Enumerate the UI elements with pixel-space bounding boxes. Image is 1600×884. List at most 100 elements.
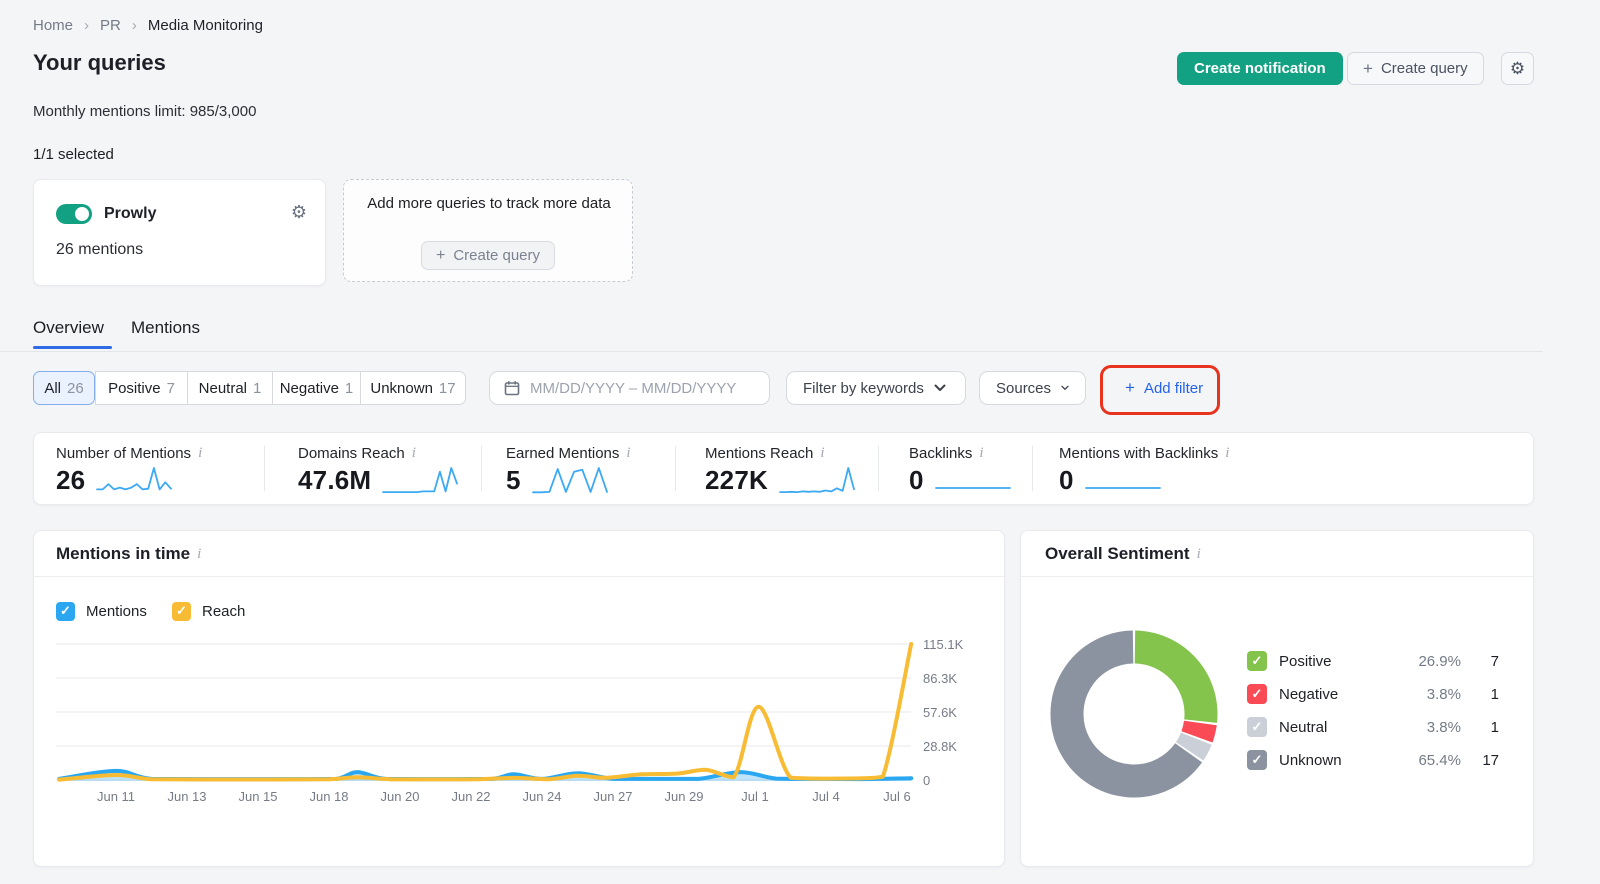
settings-button[interactable]: ⚙	[1501, 52, 1534, 85]
legend-mentions: ✓ Mentions	[56, 599, 147, 623]
metrics-bar: Number of Mentions i 26 Domains Reach i 47…	[33, 432, 1534, 505]
metric-backlinks: Backlinks i 0	[909, 445, 1012, 496]
sources-dropdown[interactable]: Sources	[979, 371, 1086, 405]
unknown-checkbox[interactable]: ✓	[1247, 750, 1267, 770]
plus-icon: +	[1363, 58, 1373, 78]
x-tick: Jun 29	[664, 789, 704, 804]
x-tick: Jul 4	[812, 789, 840, 804]
metric-mentions-with-backlinks: Mentions with Backlinks i 0	[1059, 445, 1230, 495]
positive-checkbox[interactable]: ✓	[1247, 651, 1267, 671]
neutral-checkbox[interactable]: ✓	[1247, 717, 1267, 737]
chevron-right-icon: ›	[131, 17, 137, 34]
sentiment-segment-all[interactable]: All 26	[33, 371, 95, 405]
x-tick: Jul 1	[741, 789, 769, 804]
metric-value: 0	[1059, 465, 1074, 495]
query-mentions-count: 26 mentions	[56, 241, 144, 258]
info-icon[interactable]: i	[1197, 546, 1201, 563]
divider	[481, 446, 482, 491]
add-filter-button[interactable]: + Add filter	[1111, 371, 1217, 405]
card-title: Overall Sentiment i	[1045, 544, 1201, 563]
sparkline	[96, 467, 173, 491]
media-monitoring-page: Home › PR › Media Monitoring Your querie…	[0, 0, 1600, 884]
create-notification-button[interactable]: Create notification	[1177, 52, 1343, 85]
info-icon[interactable]: i	[979, 445, 983, 462]
sentiment-legend-unknown: ✓ Unknown 65.4% 17	[1247, 748, 1499, 772]
selected-count-label: 1/1 selected	[33, 146, 114, 163]
add-query-create-button[interactable]: + Create query	[420, 241, 556, 270]
negative-checkbox[interactable]: ✓	[1247, 684, 1267, 704]
x-tick: Jun 11	[96, 789, 136, 804]
active-tab-underline	[33, 346, 112, 349]
page-title: Your queries	[33, 50, 166, 75]
tabs-divider	[0, 351, 1543, 352]
divider	[675, 446, 676, 491]
info-icon[interactable]: i	[198, 445, 202, 462]
x-tick: Jun 24	[522, 789, 562, 804]
sentiment-segment-neutral[interactable]: Neutral 1	[187, 371, 273, 405]
x-tick: Jun 20	[380, 789, 420, 804]
reach-checkbox[interactable]: ✓	[172, 601, 191, 621]
divider	[1021, 576, 1533, 577]
tab-overview[interactable]: Overview	[33, 318, 104, 338]
query-name: Prowly	[104, 205, 157, 222]
info-icon[interactable]: i	[1225, 445, 1229, 462]
info-icon[interactable]: i	[412, 445, 416, 462]
sentiment-segment-negative[interactable]: Negative 1	[272, 371, 361, 405]
y-tick: 115.1K	[923, 637, 964, 652]
sentiment-segment-unknown[interactable]: Unknown 17	[360, 371, 466, 405]
sentiment-legend-neutral: ✓ Neutral 3.8% 1	[1247, 715, 1499, 739]
breadcrumb-home[interactable]: Home	[33, 17, 73, 34]
date-range-placeholder: MM/DD/YYYY – MM/DD/YYYY	[530, 379, 737, 397]
x-tick: Jun 15	[238, 789, 278, 804]
metric-domains-reach: Domains Reach i 47.6M	[298, 445, 459, 496]
create-query-button[interactable]: + Create query	[1347, 52, 1484, 85]
chevron-down-icon	[934, 384, 946, 391]
sentiment-segment-positive[interactable]: Positive 7	[95, 371, 188, 405]
chevron-right-icon: ›	[84, 17, 90, 34]
metric-value: 47.6M	[298, 465, 372, 495]
sparkline	[382, 467, 459, 494]
info-icon[interactable]: i	[626, 445, 630, 462]
metric-number-of-mentions: Number of Mentions i 26	[56, 445, 203, 495]
sparkline	[779, 467, 855, 494]
add-query-text: Add more queries to track more data	[367, 195, 611, 212]
query-toggle[interactable]	[56, 204, 92, 224]
keywords-filter-dropdown[interactable]: Filter by keywords	[786, 371, 966, 405]
query-settings-gear-icon[interactable]: ⚙	[291, 202, 307, 223]
info-icon[interactable]: i	[820, 445, 824, 462]
sentiment-legend-negative: ✓ Negative 3.8% 1	[1247, 682, 1499, 706]
metric-value: 0	[909, 465, 924, 495]
query-card: Prowly ⚙ 26 mentions	[33, 179, 326, 286]
sentiment-donut-chart	[1050, 630, 1218, 798]
info-icon[interactable]: i	[197, 546, 201, 563]
divider	[34, 576, 1004, 577]
y-tick: 0	[923, 773, 931, 788]
sparkline	[934, 487, 1011, 489]
y-tick: 86.3K	[923, 671, 957, 686]
x-tick: Jun 18	[309, 789, 349, 804]
x-tick: Jun 22	[451, 789, 491, 804]
plus-icon: +	[1125, 378, 1135, 397]
metric-value: 227K	[705, 465, 768, 495]
filter-bar: All 26 Positive 7 Neutral 1 Negative 1 Unkno…	[33, 365, 1533, 415]
mentions-in-time-card: Mentions in time i ✓ Mentions ✓ Reach 115…	[33, 530, 1005, 867]
y-tick: 57.6K	[923, 705, 957, 720]
legend-reach: ✓ Reach	[172, 599, 245, 623]
sparkline	[531, 467, 608, 494]
y-tick: 28.8K	[923, 739, 957, 754]
breadcrumb-current: Media Monitoring	[147, 17, 263, 34]
mentions-in-time-chart	[56, 642, 914, 782]
metric-mentions-reach: Mentions Reach i 227K	[705, 445, 856, 496]
calendar-icon	[504, 381, 520, 396]
breadcrumb-pr[interactable]: PR	[100, 17, 121, 34]
toggle-knob	[75, 207, 89, 221]
tab-mentions[interactable]: Mentions	[131, 318, 200, 338]
add-query-card: Add more queries to track more data + Cr…	[343, 179, 633, 282]
date-range-input[interactable]: MM/DD/YYYY – MM/DD/YYYY	[489, 371, 770, 405]
mentions-checkbox[interactable]: ✓	[56, 601, 75, 621]
breadcrumb: Home › PR › Media Monitoring	[33, 17, 263, 34]
plus-icon: +	[435, 246, 446, 264]
mentions-limit-label: Monthly mentions limit: 985/3,000	[33, 103, 257, 120]
sentiment-legend-positive: ✓ Positive 26.9% 7	[1247, 649, 1499, 673]
x-tick: Jul 6	[883, 789, 911, 804]
